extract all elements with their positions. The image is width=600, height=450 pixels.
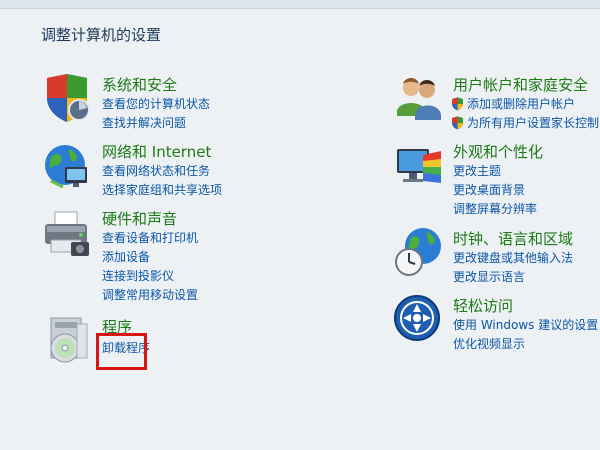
category-title-clock-language[interactable]: 时钟、语言和区域 <box>453 228 573 249</box>
window-top-bar <box>0 0 600 9</box>
programs-disc-icon[interactable] <box>41 314 93 366</box>
printer-icon[interactable] <box>41 206 93 258</box>
category-system-security: 系统和安全 查看您的计算机状态 查找并解决问题 <box>41 72 301 142</box>
link-change-display-language[interactable]: 更改显示语言 <box>453 267 573 286</box>
link-change-keyboard[interactable]: 更改键盘或其他输入法 <box>453 248 573 267</box>
category-clock-language-region: 时钟、语言和区域 更改键盘或其他输入法 更改显示语言 <box>393 226 600 288</box>
link-homegroup-sharing[interactable]: 选择家庭组和共享选项 <box>102 180 222 199</box>
uac-shield-icon <box>452 97 463 110</box>
link-recommended-settings[interactable]: 使用 Windows 建议的设置 <box>453 315 598 334</box>
link-optimize-video[interactable]: 优化视频显示 <box>453 334 598 353</box>
ease-of-access-icon[interactable] <box>393 294 445 346</box>
category-network-internet: 网络和 Internet 查看网络状态和任务 选择家庭组和共享选项 <box>41 141 301 203</box>
category-title-hardware-sound[interactable]: 硬件和声音 <box>102 208 177 229</box>
link-screen-resolution[interactable]: 调整屏幕分辨率 <box>453 199 537 218</box>
link-add-remove-accounts[interactable]: 添加或删除用户帐户 <box>451 94 599 113</box>
category-ease-of-access: 轻松访问 使用 Windows 建议的设置 优化视频显示 <box>393 294 600 356</box>
security-shield-icon[interactable] <box>41 72 93 124</box>
clock-globe-icon[interactable] <box>393 226 445 278</box>
category-title-user-accounts[interactable]: 用户帐户和家庭安全 <box>453 74 588 95</box>
category-title-network-internet[interactable]: 网络和 Internet <box>102 141 211 162</box>
link-label: 添加或删除用户帐户 <box>467 97 576 111</box>
link-add-device[interactable]: 添加设备 <box>102 247 198 266</box>
category-hardware-sound: 硬件和声音 查看设备和打印机 添加设备 连接到投影仪 调整常用移动设置 <box>41 206 301 306</box>
category-title-ease-of-access[interactable]: 轻松访问 <box>453 295 513 316</box>
category-user-accounts: 用户帐户和家庭安全 添加或删除用户帐户 为所有用户设置家长控制 <box>393 72 600 134</box>
link-change-theme[interactable]: 更改主题 <box>453 161 537 180</box>
page-title: 调整计算机的设置 <box>41 26 162 44</box>
users-icon[interactable] <box>393 72 445 124</box>
category-title-appearance[interactable]: 外观和个性化 <box>453 141 543 162</box>
link-view-computer-status[interactable]: 查看您的计算机状态 <box>102 94 210 113</box>
category-title-system-security[interactable]: 系统和安全 <box>102 74 177 95</box>
link-connect-projector[interactable]: 连接到投影仪 <box>102 266 198 285</box>
network-globe-icon[interactable] <box>41 141 93 193</box>
link-label: 为所有用户设置家长控制 <box>467 116 600 130</box>
link-uninstall-program[interactable]: 卸载程序 <box>102 338 150 357</box>
link-find-fix-problems[interactable]: 查找并解决问题 <box>102 113 210 132</box>
link-mobility-settings[interactable]: 调整常用移动设置 <box>102 285 198 304</box>
uac-shield-icon <box>452 116 463 129</box>
appearance-monitor-icon[interactable] <box>393 141 445 193</box>
category-title-programs[interactable]: 程序 <box>102 316 132 337</box>
category-programs: 程序 卸载程序 <box>41 314 301 370</box>
category-appearance: 外观和个性化 更改主题 更改桌面背景 调整屏幕分辨率 <box>393 141 600 221</box>
link-view-network-status[interactable]: 查看网络状态和任务 <box>102 161 222 180</box>
link-parental-controls[interactable]: 为所有用户设置家长控制 <box>451 113 599 132</box>
link-desktop-background[interactable]: 更改桌面背景 <box>453 180 537 199</box>
link-devices-printers[interactable]: 查看设备和打印机 <box>102 228 198 247</box>
